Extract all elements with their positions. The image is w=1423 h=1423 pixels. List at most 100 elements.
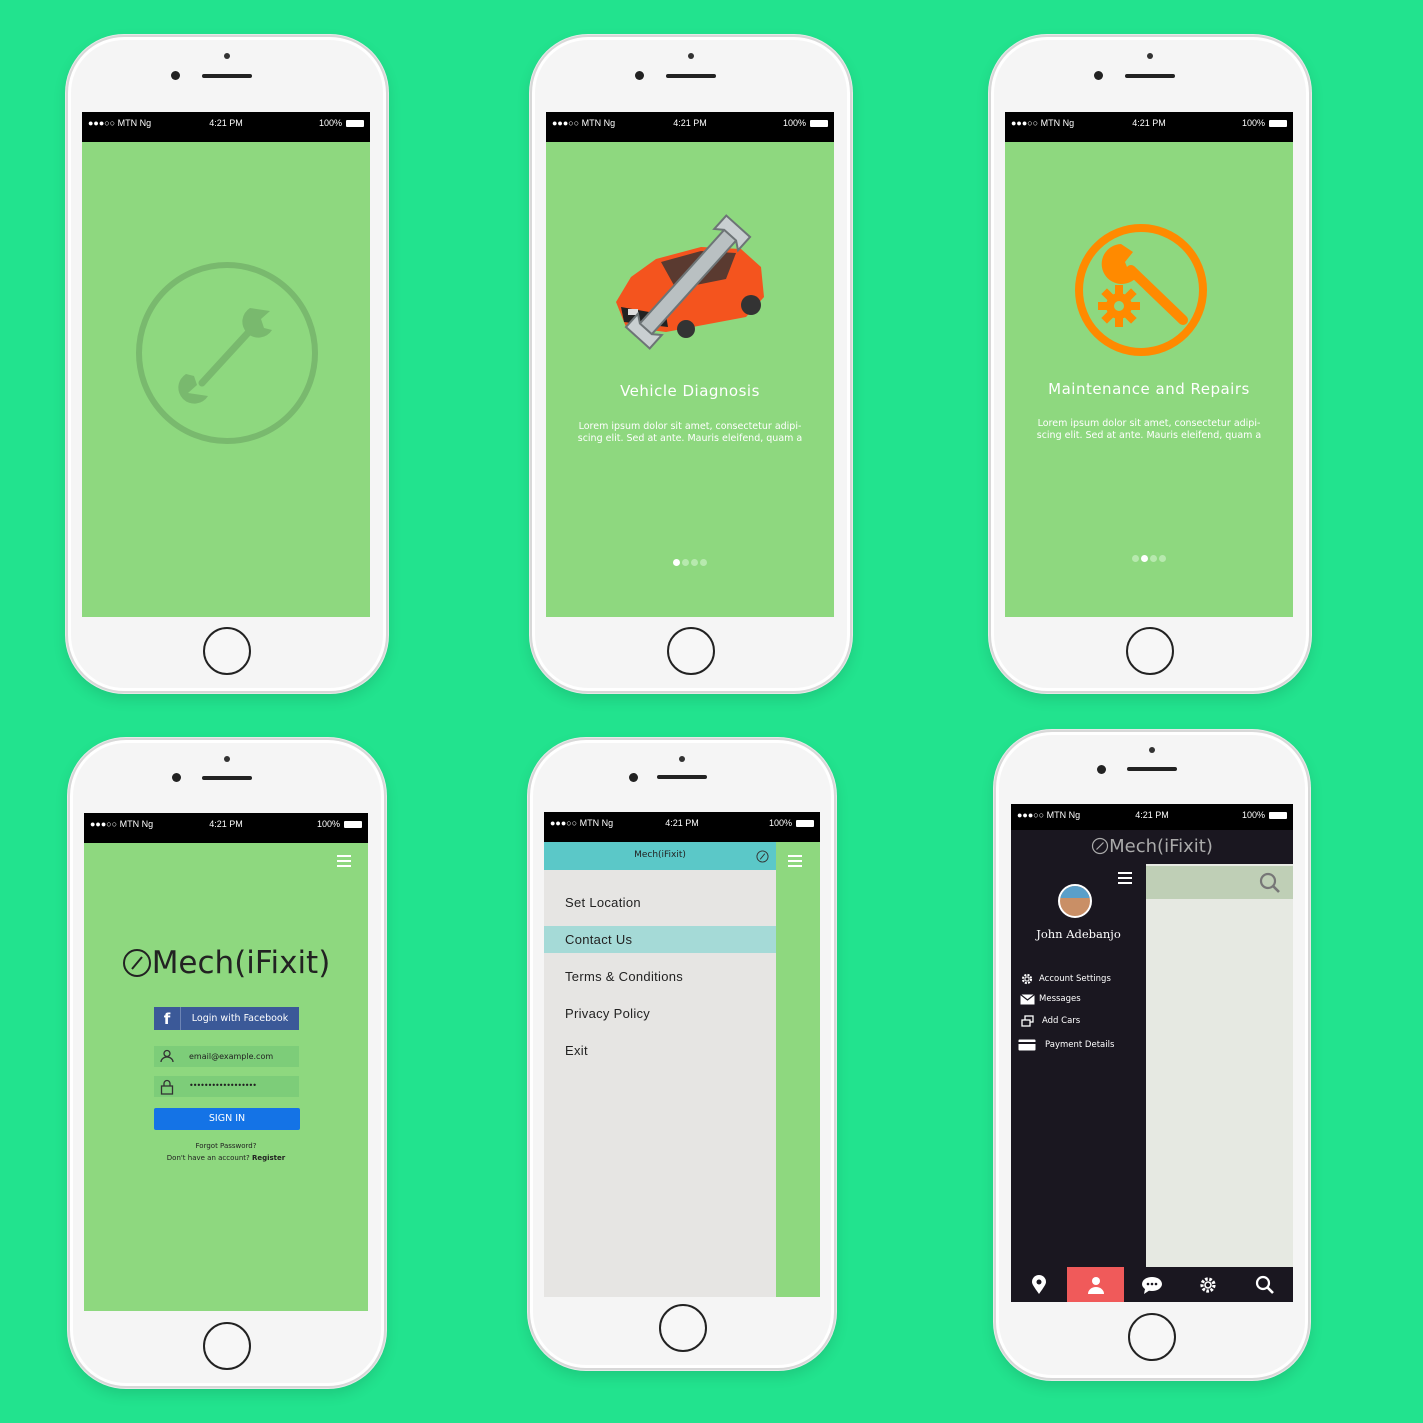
description-line-2: scing elit. Sed at ante. Mauris eleifend… bbox=[1036, 430, 1262, 441]
battery-label: 100% bbox=[782, 118, 806, 128]
status-bar: ●●●○○ MTN Ng 4:21 PM 100% bbox=[1005, 112, 1293, 142]
page-dot[interactable] bbox=[691, 559, 698, 566]
avatar[interactable] bbox=[1058, 884, 1092, 918]
battery-label: 100% bbox=[318, 118, 342, 128]
tab-location[interactable] bbox=[1011, 1267, 1067, 1302]
hamburger-menu-icon[interactable] bbox=[337, 855, 351, 867]
battery-icon bbox=[346, 119, 364, 127]
proximity-sensor bbox=[679, 756, 685, 762]
page-dot[interactable] bbox=[1159, 555, 1166, 562]
menu-header: Mech(iFixit) bbox=[544, 842, 776, 870]
description-line-1: Lorem ipsum dolor sit amet, consectetur … bbox=[578, 421, 802, 432]
phone-splash: ●●●○○ MTN Ng 4:21 PM 100% bbox=[66, 35, 388, 693]
onboarding-title: Maintenance and Repairs bbox=[1048, 380, 1250, 398]
hamburger-menu-icon[interactable] bbox=[1118, 872, 1132, 884]
page-dot[interactable] bbox=[1132, 555, 1139, 562]
battery-icon bbox=[1269, 119, 1287, 127]
splash-wrench-logo-icon bbox=[136, 262, 318, 444]
page-dot[interactable] bbox=[682, 559, 689, 566]
tab-chat[interactable] bbox=[1124, 1267, 1180, 1302]
phone-onboarding-diagnosis: ●●●○○ MTN Ng 4:21 PM 100% Vehicle Diagno… bbox=[530, 35, 852, 693]
drawer-item-label: Payment Details bbox=[1045, 1040, 1115, 1050]
app-header-title: Mech(iFixit) bbox=[1109, 836, 1213, 857]
sign-in-button[interactable]: SIGN IN bbox=[154, 1108, 300, 1130]
proximity-sensor bbox=[224, 756, 230, 762]
drawer-item-payment-details[interactable]: Payment Details bbox=[1015, 1035, 1145, 1055]
email-field[interactable]: email@example.com bbox=[154, 1046, 299, 1067]
user-name: John Adebanjo bbox=[1036, 927, 1121, 941]
status-bar: ●●●○○ MTN Ng 4:21 PM 100% bbox=[546, 112, 834, 142]
battery-label: 100% bbox=[768, 818, 792, 828]
home-button[interactable] bbox=[659, 1304, 707, 1352]
onboarding-screen-2: ●●●○○ MTN Ng 4:21 PM 100% Maintenance an… bbox=[1005, 112, 1293, 617]
lock-icon bbox=[160, 1079, 174, 1095]
status-bar: ●●●○○ MTN Ng 4:21 PM 100% bbox=[84, 813, 368, 843]
bottom-tab-bar bbox=[1011, 1267, 1293, 1302]
menu-item-privacy-policy[interactable]: Privacy Policy bbox=[544, 1000, 776, 1027]
settings-icon bbox=[1200, 1277, 1217, 1293]
wrench-logo-icon bbox=[756, 850, 769, 863]
earpiece bbox=[202, 74, 252, 78]
page-dot[interactable] bbox=[700, 559, 707, 566]
menu-item-contact-us[interactable]: Contact Us bbox=[544, 926, 776, 953]
phone-side-menu: ●●●○○ MTN Ng 4:21 PM 100% Mech(iFixit) S… bbox=[528, 738, 836, 1370]
card-icon bbox=[1015, 1039, 1039, 1051]
onboarding-description: Lorem ipsum dolor sit amet, consectetur … bbox=[560, 421, 820, 445]
earpiece bbox=[666, 74, 716, 78]
page-dot[interactable] bbox=[673, 559, 680, 566]
description-line-1: Lorem ipsum dolor sit amet, consectetur … bbox=[1037, 418, 1261, 429]
wrench-logo-icon bbox=[122, 949, 151, 977]
proximity-sensor bbox=[1147, 53, 1153, 59]
facebook-login-button[interactable]: f Login with Facebook bbox=[154, 1007, 299, 1030]
home-button[interactable] bbox=[1126, 627, 1174, 675]
tab-search[interactable] bbox=[1237, 1267, 1293, 1302]
tab-profile[interactable] bbox=[1067, 1267, 1124, 1302]
battery-icon bbox=[796, 819, 814, 827]
drawer-item-add-cars[interactable]: Add Cars bbox=[1015, 1011, 1145, 1031]
email-placeholder: email@example.com bbox=[189, 1052, 274, 1061]
menu-item-exit[interactable]: Exit bbox=[544, 1037, 776, 1064]
battery-icon bbox=[344, 820, 362, 828]
status-bar: ●●●○○ MTN Ng 4:21 PM 100% bbox=[544, 812, 820, 842]
phone-login: ●●●○○ MTN Ng 4:21 PM 100% Mech(iFixit) f… bbox=[68, 738, 386, 1388]
front-camera bbox=[635, 71, 644, 80]
no-account-label: Don't have an account? bbox=[166, 1154, 250, 1162]
chat-icon bbox=[1142, 1277, 1163, 1294]
front-camera bbox=[171, 71, 180, 80]
earpiece bbox=[1125, 74, 1175, 78]
password-mask: •••••••••••••••••• bbox=[189, 1081, 257, 1090]
menu-item-set-location[interactable]: Set Location bbox=[544, 889, 776, 916]
splash-screen: ●●●○○ MTN Ng 4:21 PM 100% bbox=[82, 112, 370, 617]
location-icon bbox=[1032, 1275, 1047, 1294]
hamburger-menu-icon[interactable] bbox=[788, 855, 802, 867]
search-bar[interactable] bbox=[1146, 866, 1293, 899]
gear-wrench-icon bbox=[1075, 224, 1207, 356]
search-icon[interactable] bbox=[1259, 872, 1281, 894]
gear-icon bbox=[1015, 972, 1039, 986]
app-header: Mech(iFixit) bbox=[1011, 830, 1293, 864]
profile-drawer-screen: ●●●○○ MTN Ng 4:21 PM 100% Mech(iFixit) J… bbox=[1011, 804, 1293, 1302]
page-dot[interactable] bbox=[1141, 555, 1148, 562]
page-indicator[interactable] bbox=[1005, 555, 1293, 562]
forgot-password-link[interactable]: Forgot Password? bbox=[84, 1142, 368, 1150]
proximity-sensor bbox=[1149, 747, 1155, 753]
app-logo: Mech(iFixit) bbox=[84, 945, 368, 981]
home-button[interactable] bbox=[203, 1322, 251, 1370]
drawer-item-messages[interactable]: Messages bbox=[1015, 989, 1145, 1009]
phone-onboarding-maintenance: ●●●○○ MTN Ng 4:21 PM 100% Maintenance an… bbox=[989, 35, 1311, 693]
home-button[interactable] bbox=[203, 627, 251, 675]
profile-icon bbox=[1087, 1277, 1104, 1294]
drawer-item-account-settings[interactable]: Account Settings bbox=[1015, 969, 1145, 989]
home-button[interactable] bbox=[667, 627, 715, 675]
user-icon bbox=[160, 1049, 174, 1063]
drawer-item-label: Account Settings bbox=[1039, 974, 1111, 984]
page-dot[interactable] bbox=[1150, 555, 1157, 562]
earpiece bbox=[1127, 767, 1177, 771]
page-indicator[interactable] bbox=[546, 559, 834, 566]
tab-settings[interactable] bbox=[1180, 1267, 1236, 1302]
menu-item-terms[interactable]: Terms & Conditions bbox=[544, 963, 776, 990]
password-field[interactable]: •••••••••••••••••• bbox=[154, 1076, 299, 1097]
register-link[interactable]: Register bbox=[252, 1154, 285, 1162]
home-button[interactable] bbox=[1128, 1313, 1176, 1361]
drawer-item-label: Add Cars bbox=[1042, 1016, 1081, 1026]
